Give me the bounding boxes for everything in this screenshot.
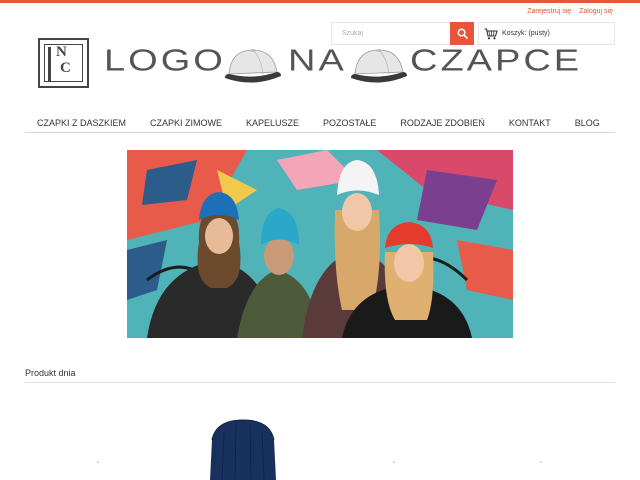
section-divider: [25, 382, 615, 383]
nav-item-pozostale[interactable]: POZOSTAŁE: [323, 113, 376, 132]
carousel-dot: [97, 461, 99, 463]
main-navigation: CZAPKI Z DASZKIEM CZAPKI ZIMOWE KAPELUSZ…: [25, 113, 615, 133]
cap-icon: [225, 49, 281, 83]
nav-item-rodzaje-zdobien[interactable]: RODZAJE ZDOBIEŃ: [400, 113, 485, 132]
register-link[interactable]: Zarejestruj się: [527, 8, 571, 15]
carousel-dot: [393, 461, 395, 463]
logo-mark: N C: [38, 38, 89, 88]
nav-item-blog[interactable]: BLOG: [575, 113, 600, 132]
nav-item-czapki-z-daszkiem[interactable]: CZAPKI Z DASZKIEM: [37, 113, 126, 132]
hero-banner[interactable]: [127, 150, 513, 338]
nav-item-kontakt[interactable]: KONTAKT: [509, 113, 551, 132]
nav-item-czapki-zimowe[interactable]: CZAPKI ZIMOWE: [150, 113, 222, 132]
nav-item-kapelusze[interactable]: KAPELUSZE: [246, 113, 299, 132]
carousel-dot: [540, 461, 542, 463]
cart-label: Koszyk: (pusty): [502, 30, 550, 37]
logo-word-na: NA: [288, 44, 347, 78]
banner-photo: [127, 150, 513, 338]
login-link[interactable]: Zaloguj się: [579, 8, 613, 15]
top-accent-bar: [0, 0, 640, 3]
product-image[interactable]: [206, 418, 280, 480]
site-logo[interactable]: N C LOGO NA CZAPCE: [38, 38, 588, 90]
cap-icon: [351, 49, 407, 83]
logo-mark-letter-n: N: [56, 44, 67, 60]
logo-word-logo: LOGO: [104, 44, 226, 78]
user-links: Zarejestruj się Zaloguj się: [521, 8, 613, 15]
logo-mark-letter-c: C: [60, 60, 71, 76]
logo-word-czapce: CZAPCE: [410, 44, 583, 78]
section-title: Produkt dnia: [25, 368, 76, 378]
